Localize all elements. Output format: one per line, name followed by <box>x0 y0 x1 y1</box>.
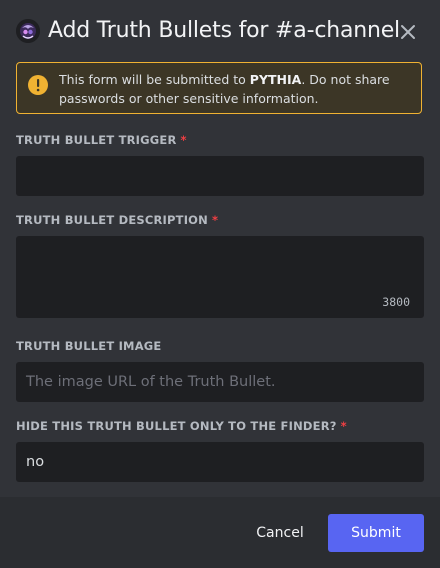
hide-label: HIDE THIS TRUTH BULLET ONLY TO THE FINDE… <box>16 419 347 433</box>
required-mark: * <box>180 133 187 147</box>
image-url-input[interactable]: The image URL of the Truth Bullet. <box>16 362 424 402</box>
modal-footer: Cancel Submit <box>0 497 440 568</box>
warning-icon <box>27 74 49 96</box>
modal-title: Add Truth Bullets for #a-channel <box>48 18 400 43</box>
warning-text: This form will be submitted to PYTHIA. D… <box>59 72 390 106</box>
warning-banner: This form will be submitted to PYTHIA. D… <box>16 62 422 114</box>
app-name: PYTHIA <box>249 72 302 87</box>
bot-avatar-icon <box>16 19 40 43</box>
cancel-button[interactable]: Cancel <box>240 514 320 552</box>
required-mark: * <box>211 213 219 227</box>
description-label: TRUTH BULLET DESCRIPTION * <box>16 213 219 227</box>
required-mark: * <box>340 419 347 433</box>
close-icon[interactable] <box>396 20 420 44</box>
modal-header: Add Truth Bullets for #a-channel <box>0 0 440 62</box>
description-textarea[interactable]: 3800 <box>16 236 424 318</box>
image-label: TRUTH BULLET IMAGE <box>16 339 162 353</box>
char-counter: 3800 <box>382 295 410 309</box>
trigger-input[interactable] <box>16 156 424 196</box>
submit-button[interactable]: Submit <box>328 514 424 552</box>
trigger-label: TRUTH BULLET TRIGGER * <box>16 133 187 147</box>
hide-input[interactable]: no <box>16 442 424 482</box>
